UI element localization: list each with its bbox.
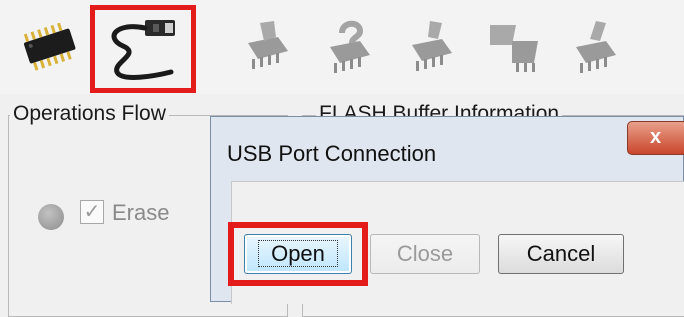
dialog-close-button[interactable]: x [627,121,684,155]
status-indicator-icon [38,204,64,230]
chip-erase-icon [564,10,628,84]
operations-flow-title: Operations Flow [10,102,169,126]
open-button-label: Open [258,240,338,267]
erase-checkbox[interactable]: ✓ [80,200,104,224]
open-button-highlight: Open [228,222,368,286]
erase-label: Erase [112,200,170,225]
close-icon: x [650,126,662,148]
chip-read-icon [400,10,464,84]
open-button[interactable]: Open [244,234,352,274]
usb-cable-icon [111,20,175,80]
chip-icon[interactable] [18,10,82,84]
cancel-button[interactable]: Cancel [498,234,624,274]
chip-question-icon [318,10,382,84]
chip-write-icon [236,10,300,84]
chip-transfer-icon [482,10,546,84]
toolbar [0,0,684,94]
close-button: Close [370,234,480,274]
usb-connect-tool[interactable] [90,5,196,93]
dialog-title: USB Port Connection [227,141,437,166]
